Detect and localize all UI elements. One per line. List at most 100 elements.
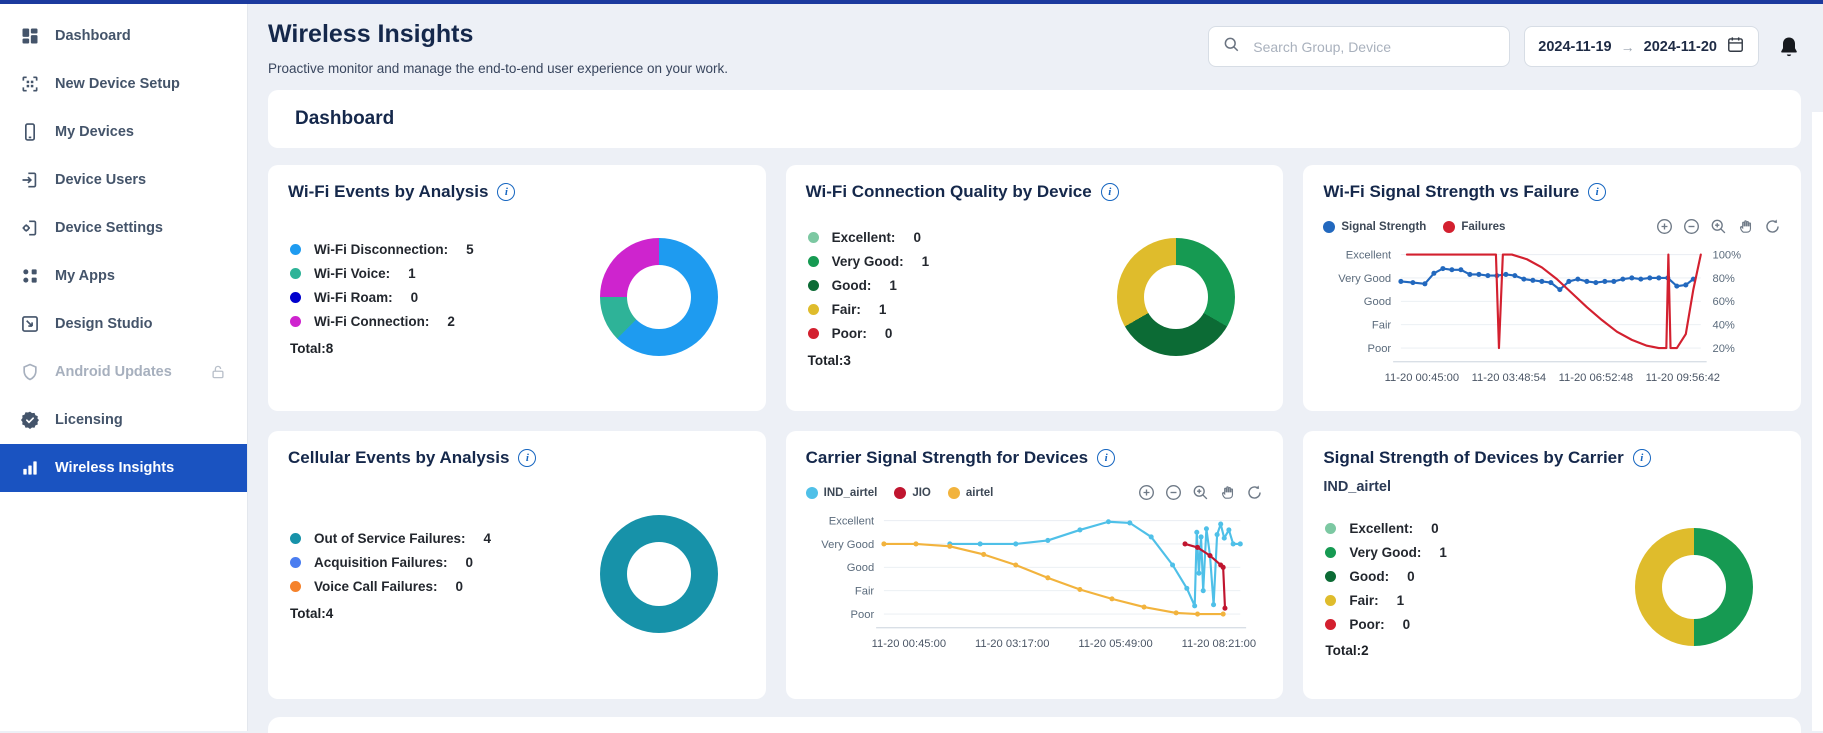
chart-toolbar xyxy=(1656,218,1781,235)
legend-dot xyxy=(290,581,301,592)
date-range-arrow-icon: → xyxy=(1621,39,1635,55)
svg-text:60%: 60% xyxy=(1713,296,1735,308)
qr-icon xyxy=(20,74,40,94)
card-carrier-signal: Carrier Signal Strength for Devices i IN… xyxy=(786,431,1284,699)
legend-value: 1 xyxy=(879,302,887,317)
main-content: Wireless Insights Proactive monitor and … xyxy=(248,0,1823,731)
shield-icon xyxy=(20,362,40,382)
legend-label: IND_airtel xyxy=(824,487,878,499)
page-subtitle: Proactive monitor and manage the end-to-… xyxy=(268,61,728,76)
info-icon[interactable]: i xyxy=(1097,449,1115,467)
legend-value: 1 xyxy=(1439,545,1447,560)
info-icon[interactable]: i xyxy=(1633,449,1651,467)
svg-text:40%: 40% xyxy=(1713,320,1735,332)
zoom-out-icon[interactable] xyxy=(1683,218,1700,235)
legend-label: Good: xyxy=(832,278,872,293)
sidebar: DashboardNew Device SetupMy DevicesDevic… xyxy=(0,0,248,731)
cards-grid: Wi-Fi Events by Analysis i Wi-Fi Disconn… xyxy=(268,165,1801,699)
line-chart-signal-vs-failure: ExcellentVery GoodGoodFairPoor100%80%60%… xyxy=(1323,239,1781,387)
legend-value: 0 xyxy=(913,230,921,245)
notifications-bell-icon[interactable] xyxy=(1777,35,1801,59)
card-signal-by-carrier: Signal Strength of Devices by Carrier i … xyxy=(1303,431,1801,699)
svg-text:11-20 09:56:42: 11-20 09:56:42 xyxy=(1646,372,1720,384)
legend-dot xyxy=(894,487,906,499)
pan-icon[interactable] xyxy=(1737,218,1754,235)
sidebar-item-licensing[interactable]: Licensing xyxy=(0,396,247,444)
search-box[interactable] xyxy=(1208,26,1510,67)
legend-item: Fair:1 xyxy=(808,302,930,317)
legend: Wi-Fi Disconnection:5Wi-Fi Voice:1Wi-Fi … xyxy=(290,238,474,356)
sidebar-item-device-users[interactable]: Device Users xyxy=(0,156,247,204)
sidebar-item-dashboard[interactable]: Dashboard xyxy=(0,12,247,60)
legend-item: Fair:1 xyxy=(1325,593,1447,608)
legend-dot xyxy=(948,487,960,499)
legend-item: Excellent: 0 xyxy=(808,230,930,245)
info-icon[interactable]: i xyxy=(1588,183,1606,201)
legend-item: Out of Service Failures:4 xyxy=(290,531,491,546)
legend-dot xyxy=(290,244,301,255)
donut-chart-cellular-events xyxy=(600,515,718,633)
legend-item: Excellent:0 xyxy=(1325,521,1447,536)
zoom-out-icon[interactable] xyxy=(1165,484,1182,501)
legend-label: Very Good: xyxy=(832,254,904,269)
zoom-in-icon[interactable] xyxy=(1656,218,1673,235)
box-zoom-icon[interactable] xyxy=(1192,484,1209,501)
pan-icon[interactable] xyxy=(1219,484,1236,501)
sidebar-item-wireless-insights[interactable]: Wireless Insights xyxy=(0,444,247,492)
chart-legend-item[interactable]: Signal Strength xyxy=(1323,221,1426,233)
chart-legend-item[interactable]: Failures xyxy=(1443,221,1505,233)
legend-label: Voice Call Failures: xyxy=(314,579,438,594)
sidebar-item-device-settings[interactable]: Device Settings xyxy=(0,204,247,252)
legend-item: Good:1 xyxy=(808,278,930,293)
legend-value: 0 xyxy=(466,555,474,570)
device-user-icon xyxy=(20,170,40,190)
chart-legend-item[interactable]: IND_airtel xyxy=(806,487,878,499)
legend-dot xyxy=(808,280,819,291)
total-label: Total:3 xyxy=(808,353,930,368)
reset-icon[interactable] xyxy=(1246,484,1263,501)
sidebar-item-label: Device Settings xyxy=(55,220,163,236)
scrollbar[interactable] xyxy=(1812,112,1823,731)
info-icon[interactable]: i xyxy=(1101,183,1119,201)
legend-label: Excellent: xyxy=(832,230,896,245)
svg-text:100%: 100% xyxy=(1713,249,1742,261)
donut-chart-signal-by-carrier xyxy=(1635,528,1753,646)
legend-dot xyxy=(1325,547,1336,558)
reset-icon[interactable] xyxy=(1764,218,1781,235)
page-header: Wireless Insights Proactive monitor and … xyxy=(268,16,1801,76)
legend-dot xyxy=(290,533,301,544)
info-icon[interactable]: i xyxy=(518,449,536,467)
sidebar-item-my-apps[interactable]: My Apps xyxy=(0,252,247,300)
legend-label: JIO xyxy=(912,487,931,499)
legend-value: 2 xyxy=(447,314,455,329)
sidebar-item-android-updates[interactable]: Android Updates xyxy=(0,348,247,396)
sidebar-item-label: Licensing xyxy=(55,412,123,428)
legend: Out of Service Failures:4Acquisition Fai… xyxy=(290,527,491,621)
svg-text:Fair: Fair xyxy=(1372,320,1392,332)
legend-value: 0 xyxy=(1403,617,1411,632)
legend-label: Poor: xyxy=(832,326,867,341)
total-label: Total:2 xyxy=(1325,643,1447,658)
legend-label: Wi-Fi Disconnection: xyxy=(314,242,448,257)
svg-text:11-20 05:49:00: 11-20 05:49:00 xyxy=(1078,638,1152,650)
apps-icon xyxy=(20,266,40,286)
box-zoom-icon[interactable] xyxy=(1710,218,1727,235)
legend-value: 5 xyxy=(466,242,474,257)
chart-legend-item[interactable]: JIO xyxy=(894,487,931,499)
date-range-picker[interactable]: 2024-11-19 → 2024-11-20 xyxy=(1524,26,1759,67)
date-from: 2024-11-19 xyxy=(1538,39,1611,55)
search-input[interactable] xyxy=(1251,38,1496,56)
legend-label: Out of Service Failures: xyxy=(314,531,466,546)
chart-legend-item[interactable]: airtel xyxy=(948,487,994,499)
card-signal-vs-failure: Wi-Fi Signal Strength vs Failure i Signa… xyxy=(1303,165,1801,411)
sidebar-item-my-devices[interactable]: My Devices xyxy=(0,108,247,156)
zoom-in-icon[interactable] xyxy=(1138,484,1155,501)
svg-text:Poor: Poor xyxy=(1368,343,1392,355)
sidebar-item-new-device-setup[interactable]: New Device Setup xyxy=(0,60,247,108)
dashboard-icon xyxy=(20,26,40,46)
svg-text:Poor: Poor xyxy=(850,609,874,621)
sidebar-item-design-studio[interactable]: Design Studio xyxy=(0,300,247,348)
legend-label: Wi-Fi Connection: xyxy=(314,314,429,329)
info-icon[interactable]: i xyxy=(497,183,515,201)
legend-label: Wi-Fi Voice: xyxy=(314,266,390,281)
